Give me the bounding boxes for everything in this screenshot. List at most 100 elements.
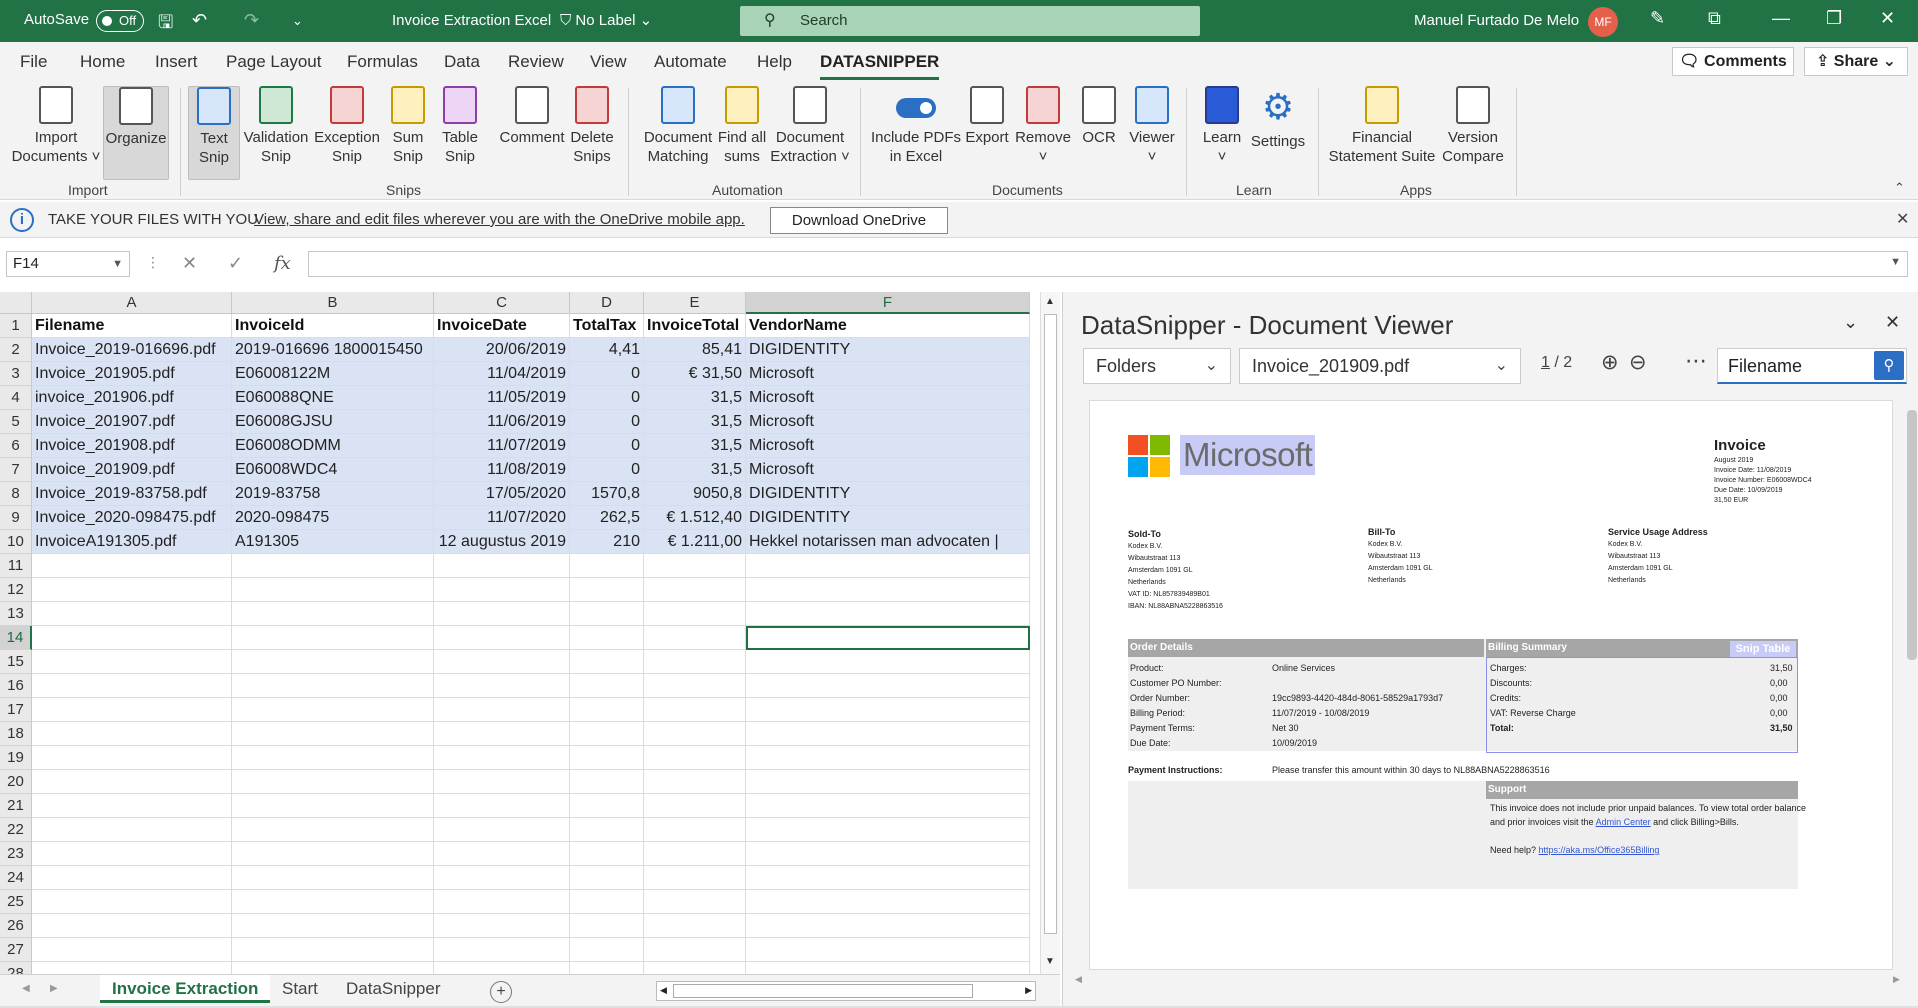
table-cell[interactable] bbox=[644, 914, 746, 938]
table-cell[interactable] bbox=[644, 674, 746, 698]
table-cell[interactable]: 2019-016696 1800015450 bbox=[232, 338, 434, 362]
delete-snips-button[interactable]: Delete Snips bbox=[566, 86, 618, 166]
table-cell[interactable]: 262,5 bbox=[570, 506, 644, 530]
table-cell[interactable]: 0 bbox=[570, 410, 644, 434]
table-cell[interactable]: 11/06/2019 bbox=[434, 410, 570, 434]
table-cell[interactable]: TotalTax bbox=[570, 314, 644, 338]
tab-review[interactable]: Review bbox=[508, 52, 564, 72]
snip-table-region[interactable] bbox=[1486, 657, 1798, 753]
select-all-corner[interactable] bbox=[0, 292, 32, 314]
table-cell[interactable] bbox=[232, 962, 434, 974]
formula-input[interactable]: ▼ bbox=[308, 251, 1908, 277]
tab-insert[interactable]: Insert bbox=[155, 52, 198, 72]
table-cell[interactable]: E06008122M bbox=[232, 362, 434, 386]
table-cell[interactable] bbox=[746, 650, 1030, 674]
row-header[interactable]: 9 bbox=[0, 506, 32, 530]
table-cell[interactable]: E06008GJSU bbox=[232, 410, 434, 434]
learn-button[interactable]: Learn ˅ bbox=[1196, 86, 1248, 166]
table-cell[interactable] bbox=[232, 770, 434, 794]
table-cell[interactable] bbox=[570, 626, 644, 650]
table-cell[interactable] bbox=[232, 938, 434, 962]
table-cell[interactable] bbox=[644, 554, 746, 578]
row-header[interactable]: 2 bbox=[0, 338, 32, 362]
table-cell[interactable]: 4,41 bbox=[570, 338, 644, 362]
exception-snip-button[interactable]: Exception Snip bbox=[312, 86, 382, 166]
row-header[interactable]: 12 bbox=[0, 578, 32, 602]
row-header[interactable]: 3 bbox=[0, 362, 32, 386]
table-cell[interactable] bbox=[232, 746, 434, 770]
table-cell[interactable] bbox=[232, 626, 434, 650]
row-header[interactable]: 7 bbox=[0, 458, 32, 482]
tab-page-layout[interactable]: Page Layout bbox=[226, 52, 321, 72]
table-cell[interactable] bbox=[32, 794, 232, 818]
table-cell[interactable]: 20/06/2019 bbox=[434, 338, 570, 362]
table-cell[interactable] bbox=[434, 866, 570, 890]
table-cell[interactable]: Invoice_2019-016696.pdf bbox=[32, 338, 232, 362]
scroll-down-icon[interactable]: ▼ bbox=[1045, 956, 1055, 967]
table-cell[interactable] bbox=[570, 722, 644, 746]
row-header[interactable]: 24 bbox=[0, 866, 32, 890]
close-icon[interactable]: ✕ bbox=[1885, 312, 1900, 333]
table-cell[interactable]: Microsoft bbox=[746, 362, 1030, 386]
table-cell[interactable] bbox=[32, 818, 232, 842]
table-cell[interactable] bbox=[232, 890, 434, 914]
selected-cell[interactable] bbox=[746, 626, 1030, 650]
table-cell[interactable] bbox=[644, 770, 746, 794]
table-cell[interactable]: InvoiceA191305.pdf bbox=[32, 530, 232, 554]
table-cell[interactable] bbox=[644, 722, 746, 746]
table-cell[interactable]: 85,41 bbox=[644, 338, 746, 362]
table-cell[interactable] bbox=[434, 890, 570, 914]
customize-toolbar-icon[interactable]: ⌄ bbox=[292, 13, 303, 29]
table-cell[interactable]: DIGIDENTITY bbox=[746, 338, 1030, 362]
row-header[interactable]: 16 bbox=[0, 674, 32, 698]
table-cell[interactable]: Invoice_201909.pdf bbox=[32, 458, 232, 482]
column-header[interactable]: C bbox=[434, 292, 570, 314]
tab-datasnipper[interactable]: DATASNIPPER bbox=[820, 52, 940, 80]
spreadsheet-grid[interactable]: A B C D E F 1 Filename InvoiceId InvoiceDate Total… bbox=[0, 292, 1030, 974]
row-header[interactable]: 14 bbox=[0, 626, 32, 650]
ribbon-display-icon[interactable]: ⧉ bbox=[1708, 8, 1721, 29]
table-cell[interactable] bbox=[746, 722, 1030, 746]
table-cell[interactable]: 11/04/2019 bbox=[434, 362, 570, 386]
table-cell[interactable] bbox=[434, 842, 570, 866]
table-cell[interactable] bbox=[32, 698, 232, 722]
zoom-in-icon[interactable]: ⊕ bbox=[1601, 350, 1619, 375]
tab-data[interactable]: Data bbox=[444, 52, 480, 72]
table-cell[interactable]: InvoiceTotal bbox=[644, 314, 746, 338]
table-cell[interactable] bbox=[434, 770, 570, 794]
table-cell[interactable]: 0 bbox=[570, 386, 644, 410]
pen-icon[interactable]: ✎ bbox=[1650, 8, 1665, 29]
table-cell[interactable] bbox=[570, 554, 644, 578]
table-cell[interactable]: A191305 bbox=[232, 530, 434, 554]
sheet-tab-start[interactable]: Start bbox=[282, 979, 318, 999]
export-button[interactable]: Export bbox=[960, 86, 1014, 147]
table-cell[interactable] bbox=[644, 698, 746, 722]
ocr-button[interactable]: OCR bbox=[1078, 86, 1120, 147]
tab-help[interactable]: Help bbox=[757, 52, 792, 72]
row-header[interactable]: 6 bbox=[0, 434, 32, 458]
close-icon[interactable]: ✕ bbox=[1896, 209, 1909, 229]
settings-button[interactable]: ⚙ Settings bbox=[1246, 86, 1310, 151]
avatar[interactable]: MF bbox=[1588, 7, 1618, 37]
table-cell[interactable] bbox=[434, 554, 570, 578]
scroll-thumb[interactable] bbox=[673, 984, 973, 998]
table-cell[interactable] bbox=[746, 554, 1030, 578]
table-cell[interactable] bbox=[232, 842, 434, 866]
table-cell[interactable] bbox=[232, 650, 434, 674]
table-cell[interactable] bbox=[232, 578, 434, 602]
admin-center-link[interactable]: Admin Center bbox=[1596, 817, 1651, 827]
undo-icon[interactable]: ↶ bbox=[192, 10, 207, 31]
table-cell[interactable] bbox=[570, 770, 644, 794]
table-cell[interactable] bbox=[570, 818, 644, 842]
page-current[interactable]: 1 bbox=[1541, 354, 1550, 371]
collapse-ribbon-icon[interactable]: ⌃ bbox=[1894, 180, 1905, 196]
table-cell[interactable] bbox=[644, 938, 746, 962]
table-cell[interactable] bbox=[434, 698, 570, 722]
row-header[interactable]: 21 bbox=[0, 794, 32, 818]
prev-sheet-icon[interactable]: ◀ bbox=[22, 983, 30, 994]
table-cell[interactable] bbox=[570, 602, 644, 626]
table-cell[interactable]: Filename bbox=[32, 314, 232, 338]
tab-formulas[interactable]: Formulas bbox=[347, 52, 418, 72]
table-cell[interactable] bbox=[434, 962, 570, 974]
horizontal-scrollbar[interactable]: ◀ ▶ bbox=[656, 981, 1036, 1001]
